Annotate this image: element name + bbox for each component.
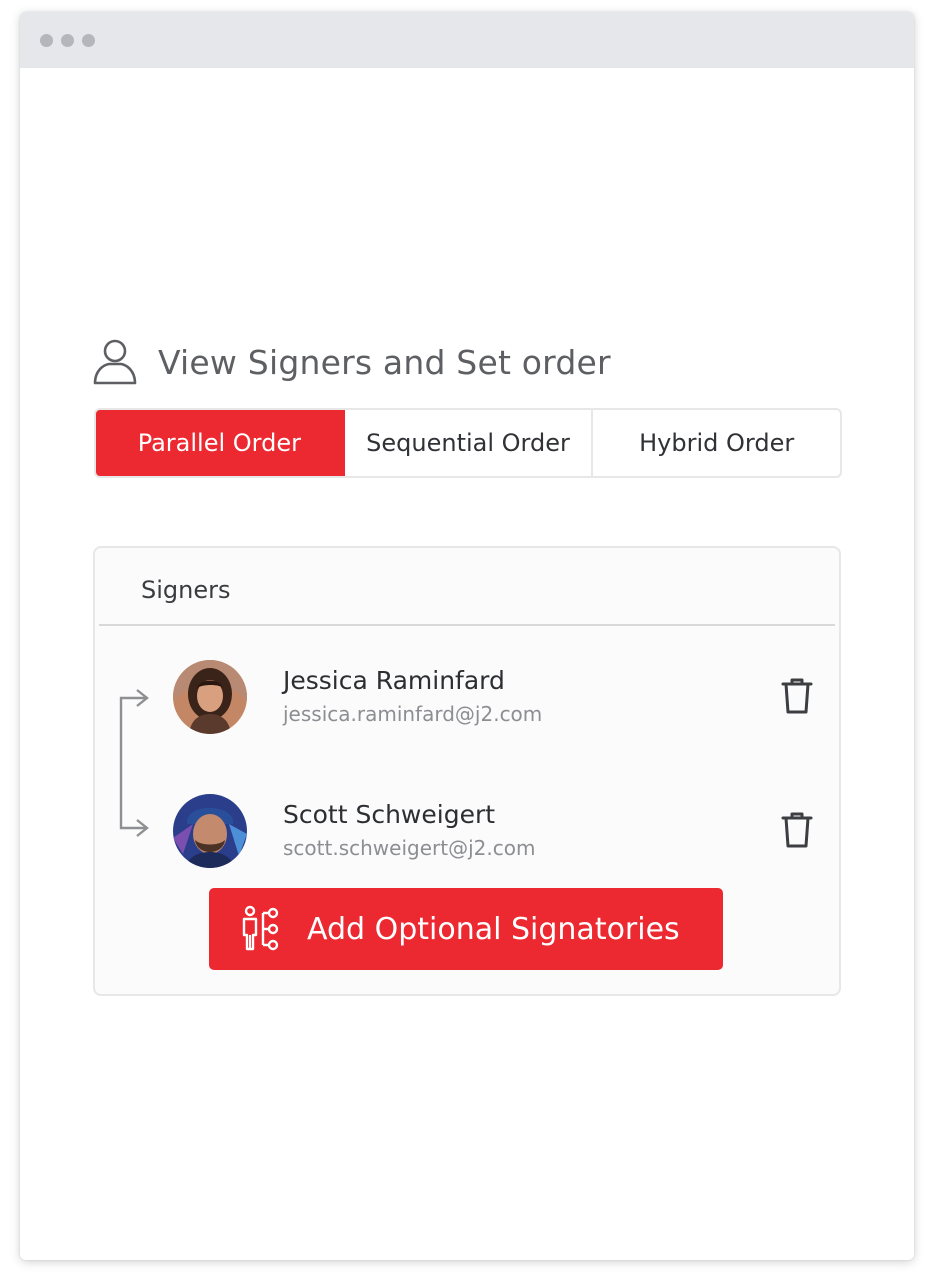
tab-sequential-order[interactable]: Sequential Order: [345, 410, 594, 476]
trash-icon[interactable]: [779, 810, 815, 850]
user-icon: [92, 338, 138, 386]
signer-email: jessica.raminfard@j2.com: [283, 702, 543, 726]
trash-icon[interactable]: [779, 676, 815, 716]
section-heading: View Signers and Set order: [92, 338, 611, 386]
add-optional-signatories-label: Add Optional Signatories: [307, 911, 680, 947]
signer-email: scott.schweigert@j2.com: [283, 836, 536, 860]
page-title: View Signers and Set order: [158, 342, 611, 382]
browser-window: View Signers and Set order Parallel Orde…: [20, 12, 914, 1260]
org-chart-icon: [239, 905, 283, 953]
signers-panel-header: Signers: [95, 548, 839, 626]
page-content: View Signers and Set order Parallel Orde…: [20, 12, 914, 1260]
signer-name: Scott Schweigert: [283, 800, 496, 829]
signers-panel: Signers Jessica Raminfard jessica.raminf…: [93, 546, 841, 996]
order-tabs: Parallel Order Sequential Order Hybrid O…: [94, 408, 842, 478]
signers-panel-title: Signers: [141, 576, 231, 604]
avatar: [173, 660, 247, 734]
list-item: Jessica Raminfard jessica.raminfard@j2.c…: [95, 658, 839, 738]
signer-name: Jessica Raminfard: [283, 666, 505, 695]
list-item: Scott Schweigert scott.schweigert@j2.com: [95, 792, 839, 872]
add-optional-signatories-button[interactable]: Add Optional Signatories: [209, 888, 723, 970]
avatar: [173, 794, 247, 868]
tab-parallel-order[interactable]: Parallel Order: [96, 410, 345, 476]
panel-divider: [99, 624, 835, 626]
tab-hybrid-order[interactable]: Hybrid Order: [593, 410, 840, 476]
